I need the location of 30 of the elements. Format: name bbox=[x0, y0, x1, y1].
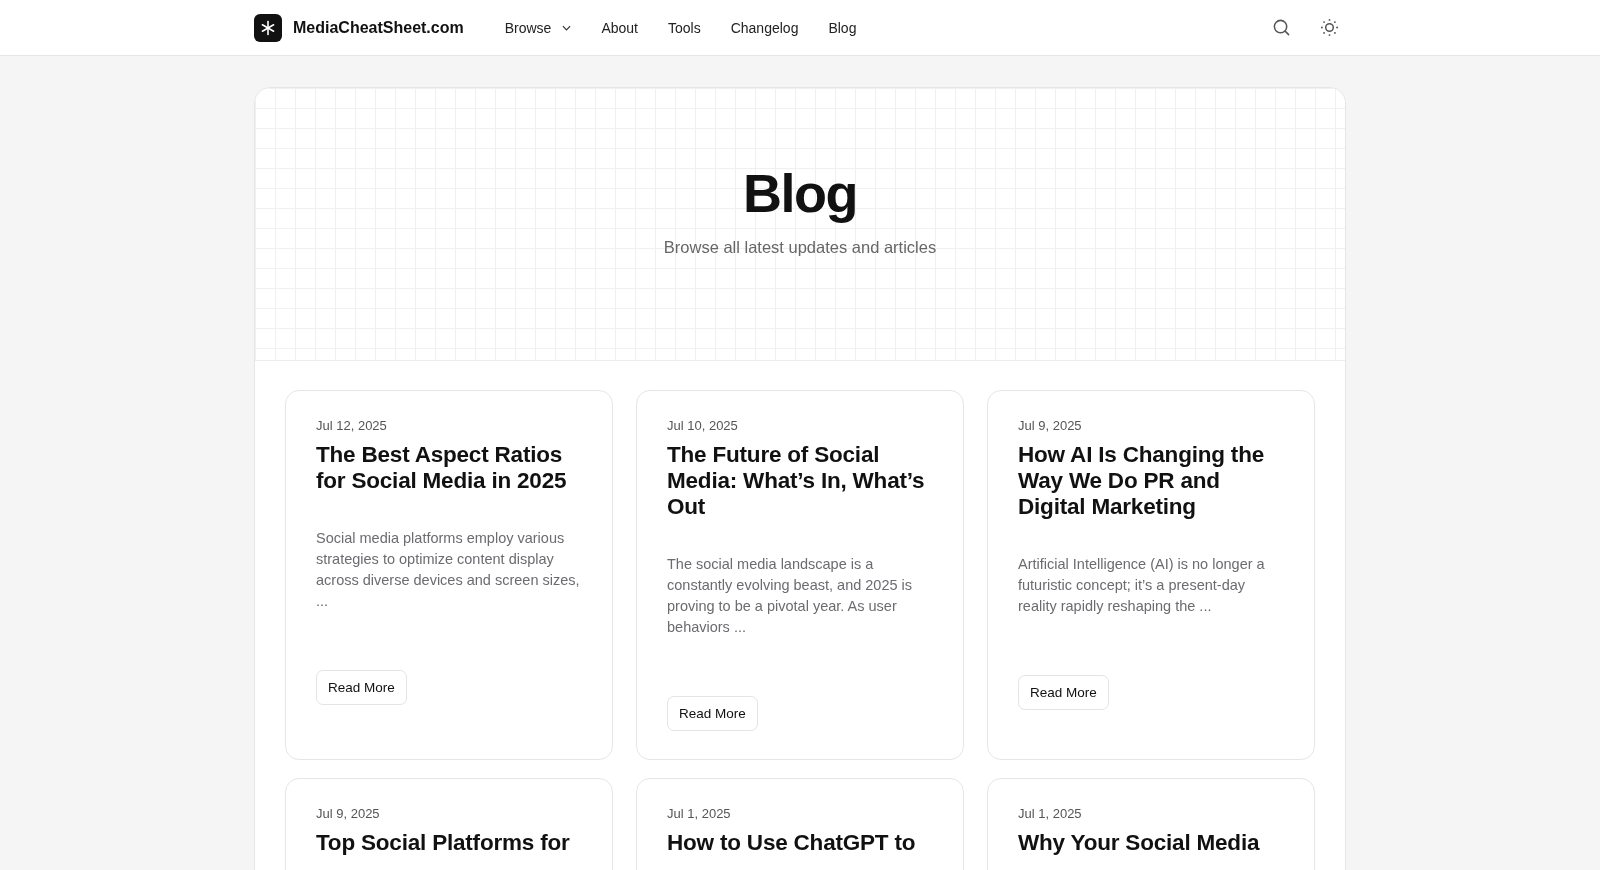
asterisk-logo-icon[interactable] bbox=[254, 13, 282, 42]
post-date: Jul 10, 2025 bbox=[667, 418, 738, 433]
read-more-button[interactable]: Read More bbox=[667, 696, 758, 731]
post-date: Jul 1, 2025 bbox=[667, 806, 731, 821]
chevron-down-icon bbox=[562, 24, 572, 31]
post-title[interactable]: How AI Is Changing the Way We Do PR and Digital Marketing bbox=[1018, 442, 1284, 520]
search-icon[interactable] bbox=[1272, 18, 1291, 37]
post-title[interactable]: The Best Aspect Ratios for Social Media in 2025 bbox=[316, 442, 582, 494]
nav-link[interactable]: About bbox=[601, 19, 638, 36]
post-excerpt: Artificial Intelligence (AI) is no longer a futuristic concept; it’s a present-day reality rapidly reshaping the ... bbox=[1018, 555, 1266, 616]
sun-icon[interactable] bbox=[1320, 18, 1339, 37]
post-title[interactable]: The Future of Social Media: What’s In, What’s Out bbox=[667, 442, 933, 520]
post-date: Jul 9, 2025 bbox=[316, 806, 380, 821]
page-subtitle: Browse all latest updates and articles bbox=[663, 237, 937, 257]
nav-link[interactable]: Tools bbox=[668, 19, 701, 36]
nav-link[interactable]: Blog bbox=[828, 19, 857, 36]
post-date: Jul 1, 2025 bbox=[1018, 806, 1082, 821]
browse-menu[interactable]: Browse bbox=[504, 19, 572, 36]
post-date: Jul 9, 2025 bbox=[1018, 418, 1082, 433]
post-title[interactable]: Top Social Platforms for bbox=[316, 830, 570, 856]
post-excerpt: Social media platforms employ various strategies to optimize content display across diverse devices and screen sizes, ... bbox=[316, 529, 581, 611]
site-name-link[interactable]: MediaCheatSheet.com bbox=[293, 18, 464, 37]
post-title[interactable]: Why Your Social Media bbox=[1018, 830, 1260, 856]
post-title[interactable]: How to Use ChatGPT to bbox=[667, 830, 916, 856]
post-excerpt: The social media landscape is a constantly evolving beast, and 2025 is proving to be a pivotal year. As user behaviors ... bbox=[667, 555, 914, 637]
read-more-button[interactable]: Read More bbox=[316, 670, 407, 705]
nav-link[interactable]: Changelog bbox=[730, 19, 799, 36]
post-date: Jul 12, 2025 bbox=[316, 418, 387, 433]
read-more-button[interactable]: Read More bbox=[1018, 675, 1109, 710]
page-title: Blog bbox=[743, 161, 857, 224]
